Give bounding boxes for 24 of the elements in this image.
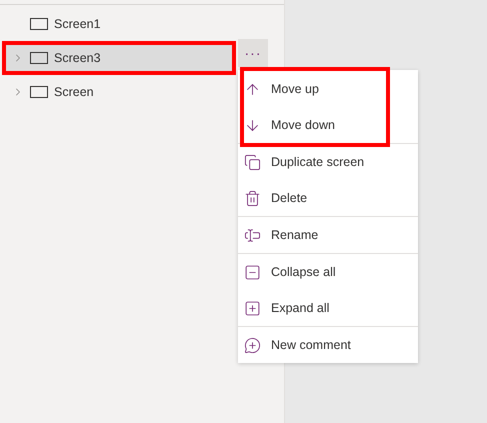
screen-icon bbox=[30, 52, 48, 64]
menu-item[interactable]: Duplicate screen bbox=[238, 144, 418, 180]
screen-name: Screen1 bbox=[54, 17, 101, 31]
more-button[interactable]: ··· bbox=[238, 39, 268, 67]
menu-item[interactable]: Rename bbox=[238, 217, 418, 253]
screen-icon bbox=[30, 18, 48, 30]
comment-plus-icon bbox=[244, 336, 261, 354]
screen-icon bbox=[30, 86, 48, 98]
rename-icon bbox=[244, 226, 261, 244]
menu-item[interactable]: New comment bbox=[238, 327, 418, 363]
trash-icon bbox=[244, 190, 261, 206]
square-plus-icon bbox=[244, 300, 261, 316]
menu-item[interactable]: Delete bbox=[238, 180, 418, 216]
screen-tree-item[interactable]: Screen1 bbox=[2, 7, 236, 41]
screen-name: Screen bbox=[54, 85, 94, 99]
screen-tree-item[interactable]: Screen bbox=[2, 75, 236, 109]
screen-name: Screen3 bbox=[54, 51, 101, 65]
menu-item[interactable]: Move up bbox=[244, 71, 386, 107]
menu-item[interactable]: Move down bbox=[244, 107, 386, 143]
copy-icon bbox=[244, 154, 261, 170]
menu-item[interactable]: Expand all bbox=[238, 290, 418, 326]
square-minus-icon bbox=[244, 264, 261, 280]
menu-item[interactable]: Collapse all bbox=[238, 254, 418, 290]
screen-tree-item[interactable]: Screen3 bbox=[2, 41, 236, 75]
